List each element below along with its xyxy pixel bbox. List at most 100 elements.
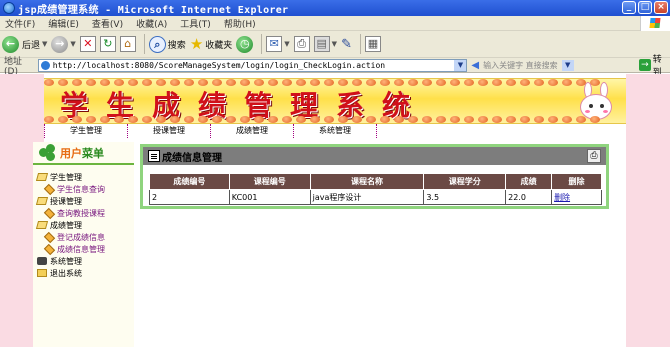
close-button[interactable]: × (654, 1, 668, 14)
chevron-down-icon[interactable]: ▼ (284, 40, 289, 48)
page-viewport: 学生成绩管理系统 学生管理 授课管理 成绩管理 系统管理 用户菜单 学生管理 学… (0, 74, 670, 347)
sidebar-title: 用户菜单 (60, 146, 104, 160)
col-course-id: 课程编号 (228, 173, 311, 190)
menu-tools[interactable]: 工具(T) (175, 17, 219, 30)
nav-system-management[interactable]: 系统管理 (293, 124, 376, 138)
back-arrow-icon: ← (2, 35, 19, 53)
address-bar: 地址(D) http://localhost:8080/ScoreManageS… (0, 55, 670, 78)
address-url[interactable]: http://localhost:8080/ScoreManageSystem/… (53, 61, 385, 70)
leaf-icon (43, 183, 56, 195)
menu-item-grade-register[interactable]: 登记成绩信息 (37, 231, 134, 243)
chevron-down-icon[interactable]: ▼ (42, 40, 47, 48)
favorites-button[interactable]: ★ 收藏夹 (190, 33, 232, 55)
menu-edit[interactable]: 编辑(E) (43, 17, 87, 30)
discuss-button[interactable]: ✎ (341, 33, 352, 55)
search-label: 搜索 (167, 40, 186, 51)
chevron-down-icon[interactable]: ▼ (561, 59, 574, 71)
grade-panel: 成绩信息管理 ⎙ 成绩编号 课程编号 课程名称 课程学分 成绩 删除 2 KC0… (140, 144, 609, 209)
nav-student-management[interactable]: 学生管理 (44, 124, 127, 138)
leaf-icon (43, 243, 56, 255)
col-grade-id: 成绩编号 (149, 173, 230, 190)
grade-panel-body: 成绩信息管理 ⎙ 成绩编号 课程编号 课程名称 课程学分 成绩 删除 2 KC0… (143, 147, 606, 206)
history-button[interactable]: ◷ (236, 33, 254, 55)
browser-toolbar: ← 后退 ▼ → ▼ ✕ ↻ ⌂ ⌕ 搜索 ★ 收藏夹 ◷ ✉ ▼ ⎙ ▤ ▼ … (0, 31, 670, 58)
menu-group-system[interactable]: 系统管理 (37, 255, 134, 267)
maximize-button[interactable]: □ (638, 1, 652, 14)
col-delete: 删除 (551, 173, 602, 190)
col-course-name: 课程名称 (309, 173, 425, 190)
menu-group-teaching[interactable]: 授课管理 (35, 195, 134, 207)
cell-delete: 删除 (551, 189, 602, 205)
folder-open-icon (35, 221, 49, 229)
page-background-right (626, 74, 670, 347)
document-icon (148, 150, 160, 162)
address-search-box[interactable]: ◀ 输入关键字 直接搜索 ▼ (471, 59, 635, 72)
delete-link[interactable]: 删除 (554, 193, 570, 202)
menu-group-grade[interactable]: 成绩管理 (35, 219, 134, 231)
toolbar-divider (261, 34, 263, 54)
messenger-button[interactable]: ▦ (364, 33, 381, 55)
sidebar-header: 用户菜单 (33, 142, 134, 165)
menu-group-student[interactable]: 学生管理 (35, 171, 134, 183)
chevron-down-icon[interactable]: ▼ (70, 40, 75, 48)
window-titlebar: jsp成绩管理系统 - Microsoft Internet Explorer … (0, 0, 670, 16)
cell-course-credit: 3.5 (423, 189, 507, 205)
top-nav: 学生管理 授课管理 成绩管理 系统管理 (44, 124, 626, 138)
menu-item-student-query[interactable]: 学生信息查询 (37, 183, 134, 195)
forward-button[interactable]: → ▼ (51, 33, 76, 55)
menu-file[interactable]: 文件(F) (0, 17, 43, 30)
grade-panel-title: 成绩信息管理 (162, 152, 222, 164)
edit-button[interactable]: ▤ ▼ (313, 33, 337, 55)
folder-closed-icon (37, 257, 47, 265)
window-title: jsp成绩管理系统 - Microsoft Internet Explorer (18, 4, 289, 16)
banner-decoration (44, 116, 626, 123)
cell-score: 22.0 (505, 189, 553, 205)
grade-panel-header: 成绩信息管理 ⎙ (143, 147, 606, 165)
pen-icon: ✎ (341, 36, 352, 52)
edit-icon: ▤ (313, 36, 330, 52)
mail-icon: ✉ (266, 36, 283, 52)
messenger-icon: ▦ (364, 36, 381, 52)
menu-item-logout[interactable]: 退出系统 (37, 267, 134, 279)
home-icon: ⌂ (119, 36, 136, 52)
grade-table: 成绩编号 课程编号 课程名称 课程学分 成绩 删除 2 KC001 java程序… (149, 173, 602, 205)
mail-button[interactable]: ✉ ▼ (266, 33, 290, 55)
refresh-icon: ↻ (99, 36, 116, 52)
chevron-down-icon[interactable]: ▼ (332, 40, 337, 48)
nav-teaching-management[interactable]: 授课管理 (127, 124, 210, 138)
windows-logo-icon (640, 16, 670, 31)
ie-logo-icon (3, 2, 15, 14)
back-label: 后退 (22, 40, 41, 51)
stop-icon: ✕ (79, 36, 96, 52)
folder-icon (37, 269, 47, 277)
table-row: 2 KC001 java程序设计 3.5 22.0 删除 (149, 189, 602, 205)
favorites-label: 收藏夹 (205, 40, 233, 51)
table-header-row: 成绩编号 课程编号 课程名称 课程学分 成绩 删除 (149, 173, 602, 190)
page-icon (40, 60, 50, 70)
printer-icon: ⎙ (293, 36, 310, 52)
forward-arrow-icon: → (51, 35, 69, 53)
minimize-button[interactable]: _ (622, 1, 636, 14)
menu-item-course-query[interactable]: 查询教授课程 (37, 207, 134, 219)
menu-favorites[interactable]: 收藏(A) (131, 17, 175, 30)
col-score: 成绩 (505, 173, 553, 190)
folder-open-icon (35, 197, 49, 205)
back-button[interactable]: ← 后退 ▼ (2, 33, 47, 55)
refresh-button[interactable]: ↻ (99, 33, 116, 55)
menu-item-grade-manage[interactable]: 成绩信息管理 (37, 243, 134, 255)
home-button[interactable]: ⌂ (119, 33, 136, 55)
menu-help[interactable]: 帮助(H) (219, 17, 264, 30)
stop-button[interactable]: ✕ (79, 33, 96, 55)
menu-view[interactable]: 查看(V) (87, 17, 131, 30)
address-input[interactable]: http://localhost:8080/ScoreManageSystem/… (37, 58, 468, 72)
cell-grade-id: 2 (149, 189, 230, 205)
print-icon[interactable]: ⎙ (587, 149, 601, 163)
folder-open-icon (35, 173, 49, 181)
nav-grade-management[interactable]: 成绩管理 (210, 124, 293, 138)
menu-bar: 文件(F) 编辑(E) 查看(V) 收藏(A) 工具(T) 帮助(H) (0, 16, 670, 31)
print-button[interactable]: ⎙ (293, 33, 310, 55)
star-icon: ★ (189, 35, 204, 53)
chevron-down-icon[interactable]: ▼ (454, 59, 467, 71)
search-button[interactable]: ⌕ 搜索 (148, 33, 186, 55)
toolbar-divider (359, 34, 361, 54)
